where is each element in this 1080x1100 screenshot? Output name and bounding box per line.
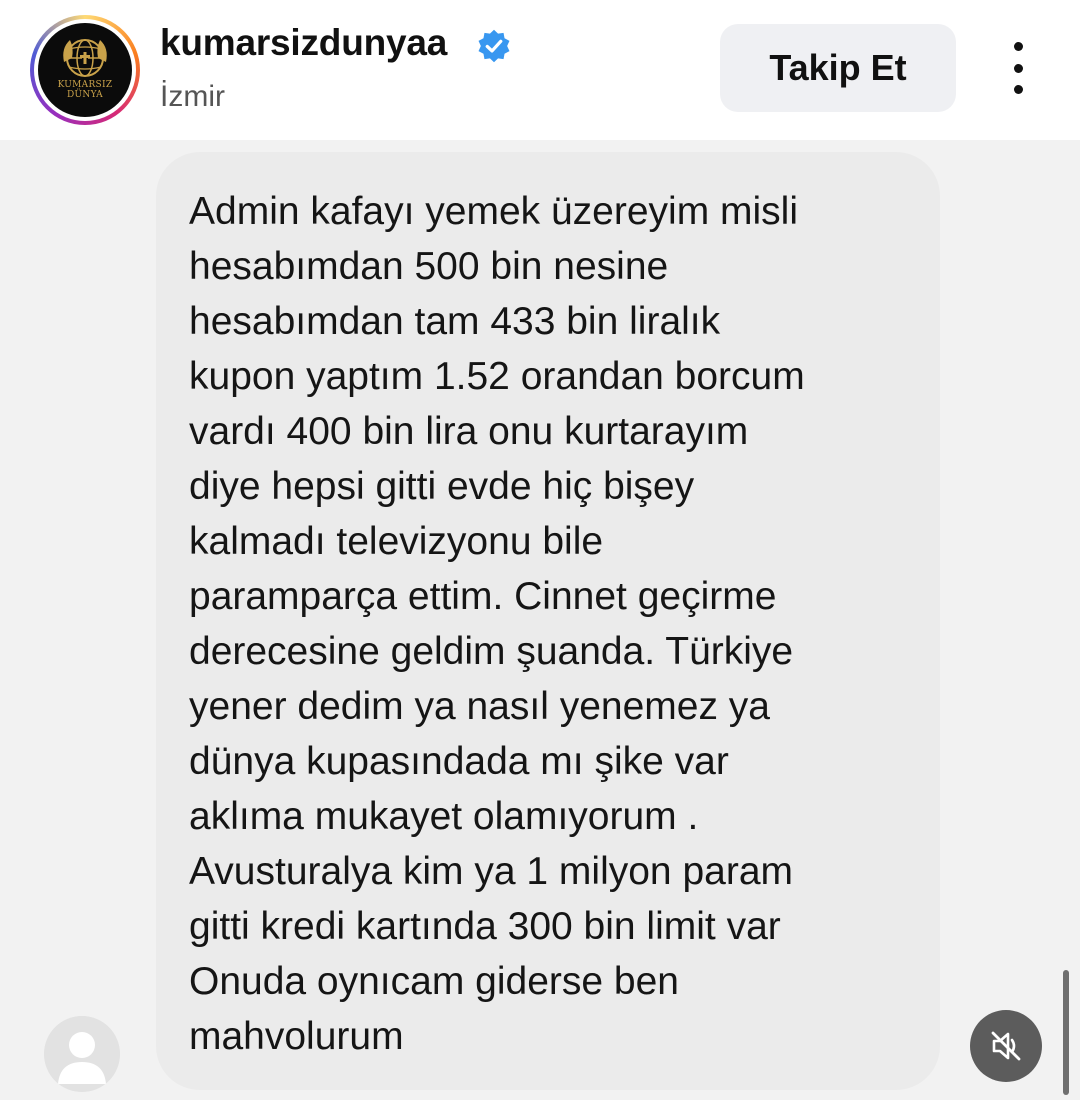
verified-badge-icon xyxy=(478,29,510,63)
sender-avatar xyxy=(44,1016,120,1092)
message-line: paramparça ettim. Cinnet geçirme xyxy=(189,575,777,618)
message-line: yener dedim ya nasıl yenemez ya xyxy=(189,685,770,728)
speaker-muted-icon xyxy=(991,1031,1021,1061)
profile-avatar[interactable]: KUMARSIZ DÜNYA xyxy=(30,15,140,125)
follow-button[interactable]: Takip Et xyxy=(720,24,956,112)
brand-logo: KUMARSIZ DÜNYA xyxy=(38,23,132,117)
message-line: mahvolurum xyxy=(189,1015,404,1058)
message-line: vardı 400 bin lira onu kurtarayım xyxy=(189,410,749,453)
message-line: kalmadı televizyonu bile xyxy=(189,520,604,563)
message-line: Onuda oynıcam giderse ben xyxy=(189,960,679,1003)
message-line: diye hepsi gitti evde hiç bişey xyxy=(189,465,695,508)
more-vertical-icon xyxy=(1013,42,1023,51)
scrollbar-thumb[interactable] xyxy=(1063,970,1069,1095)
message-line: gitti kredi kartında 300 bin limit var xyxy=(189,905,781,948)
post-header: KUMARSIZ DÜNYA kumarsizdunyaa İzmir Taki… xyxy=(0,0,1080,140)
message-line: aklıma mukayet olamıyorum . xyxy=(189,795,699,838)
more-dot xyxy=(1013,85,1023,94)
default-user-icon xyxy=(44,1016,120,1092)
message-line: hesabımdan tam 433 bin liralık xyxy=(189,300,721,343)
mute-toggle-button[interactable] xyxy=(970,1010,1042,1082)
profile-username[interactable]: kumarsizdunyaa xyxy=(160,22,447,64)
avatar-inner: KUMARSIZ DÜNYA xyxy=(34,19,136,121)
more-dot xyxy=(1013,63,1023,73)
message-line: dünya kupasındada mı şike var xyxy=(189,740,729,783)
more-options-button[interactable] xyxy=(996,42,1040,94)
message-text: Admin kafayı yemek üzereyim misli hesabı… xyxy=(189,184,929,1064)
logo-wordmark: KUMARSIZ DÜNYA xyxy=(57,80,113,100)
profile-location[interactable]: İzmir xyxy=(160,80,225,114)
message-line: Avusturalya kim ya 1 milyon param xyxy=(189,850,794,893)
post-media[interactable]: Admin kafayı yemek üzereyim misli hesabı… xyxy=(0,140,1080,1100)
message-line: hesabımdan 500 bin nesine xyxy=(189,245,669,288)
message-line: Admin kafayı yemek üzereyim misli xyxy=(189,190,798,233)
message-bubble: Admin kafayı yemek üzereyim misli hesabı… xyxy=(156,152,940,1090)
message-line: kupon yaptım 1.52 orandan borcum xyxy=(189,355,805,398)
message-line: derecesine geldim şuanda. Türkiye xyxy=(189,630,794,673)
globe-logo-icon xyxy=(63,39,107,77)
